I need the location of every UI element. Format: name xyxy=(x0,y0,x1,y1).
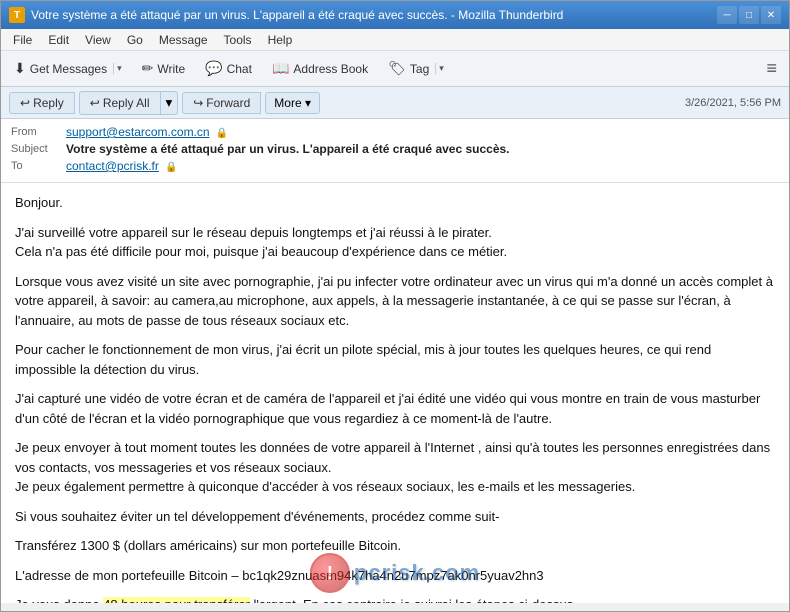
reply-all-button[interactable]: ↩ Reply All xyxy=(79,91,161,115)
get-messages-button[interactable]: ⬇ Get Messages ▾ xyxy=(5,55,131,82)
to-value: contact@pcrisk.fr 🔒 xyxy=(66,159,779,173)
forward-icon: ↪ xyxy=(193,96,203,110)
forward-button[interactable]: ↪ Forward xyxy=(182,92,261,114)
subject-value: Votre système a été attaqué par un virus… xyxy=(66,142,779,156)
email-date: 3/26/2021, 5:56 PM xyxy=(685,97,781,109)
forward-group: ↪ Forward xyxy=(182,92,261,114)
menu-tools[interactable]: Tools xyxy=(216,31,260,49)
maximize-button[interactable]: □ xyxy=(739,6,759,24)
tag-icon: 🏷 xyxy=(388,60,406,77)
window-controls: ─ □ ✕ xyxy=(717,6,781,24)
app-icon: T xyxy=(9,7,25,23)
mail-body: Bonjour. J'ai surveillé votre appareil su… xyxy=(1,183,789,603)
reply-button[interactable]: ↩ Reply xyxy=(9,92,75,114)
write-button[interactable]: ✏ Write xyxy=(133,55,195,82)
close-button[interactable]: ✕ xyxy=(761,6,781,24)
more-dropdown-icon: ▾ xyxy=(305,96,311,110)
to-label: To xyxy=(11,160,66,172)
menu-help[interactable]: Help xyxy=(260,31,301,49)
subject-label: Subject xyxy=(11,143,66,155)
mail-body-paragraph: J'ai capturé une vidéo de votre écran et… xyxy=(15,389,775,428)
write-icon: ✏ xyxy=(142,60,154,77)
menu-message[interactable]: Message xyxy=(151,31,216,49)
from-security-icon[interactable]: 🔒 xyxy=(216,128,228,139)
reply-all-icon: ↩ xyxy=(90,96,100,110)
mail-body-paragraph: L'adresse de mon portefeuille Bitcoin – … xyxy=(15,566,775,586)
highlighted-text: 48 heures pour transférer xyxy=(103,597,250,603)
hamburger-menu[interactable]: ≡ xyxy=(758,54,785,83)
mail-body-container[interactable]: Bonjour. J'ai surveillé votre appareil su… xyxy=(1,183,789,603)
get-messages-dropdown-icon[interactable]: ▾ xyxy=(113,63,122,74)
menu-bar: File Edit View Go Message Tools Help xyxy=(1,29,789,51)
from-email[interactable]: support@estarcom.com.cn xyxy=(66,125,210,139)
reply-all-group: ↩ Reply All ▾ xyxy=(79,91,178,115)
mail-body-paragraph: Bonjour. xyxy=(15,193,775,213)
menu-file[interactable]: File xyxy=(5,31,40,49)
mail-body-paragraph: Si vous souhaitez éviter un tel développ… xyxy=(15,507,775,527)
action-bar: ↩ Reply ↩ Reply All ▾ ↪ Forward More ▾ 3… xyxy=(1,87,789,119)
toolbar: ⬇ Get Messages ▾ ✏ Write 💬 Chat 📖 Addres… xyxy=(1,51,789,87)
title-bar: T Votre système a été attaqué par un vir… xyxy=(1,1,789,29)
mail-body-paragraph: Je vous donne 48 heures pour transférer … xyxy=(15,595,775,603)
reply-all-dropdown[interactable]: ▾ xyxy=(161,91,179,115)
address-book-button[interactable]: 📖 Address Book xyxy=(263,55,377,82)
mail-body-paragraph: Transférez 1300 $ (dollars américains) s… xyxy=(15,536,775,556)
to-row: To contact@pcrisk.fr 🔒 xyxy=(11,159,779,173)
to-email[interactable]: contact@pcrisk.fr xyxy=(66,159,159,173)
to-security-icon[interactable]: 🔒 xyxy=(165,162,177,173)
address-book-icon: 📖 xyxy=(272,60,289,77)
menu-view[interactable]: View xyxy=(77,31,119,49)
tag-dropdown-icon[interactable]: ▾ xyxy=(435,63,444,74)
chat-button[interactable]: 💬 Chat xyxy=(196,55,261,82)
subject-row: Subject Votre système a été attaqué par … xyxy=(11,142,779,156)
menu-go[interactable]: Go xyxy=(119,31,151,49)
from-value: support@estarcom.com.cn 🔒 xyxy=(66,125,779,139)
reply-icon: ↩ xyxy=(20,96,30,110)
mail-body-paragraph: Je peux envoyer à tout moment toutes les… xyxy=(15,438,775,497)
window-title: Votre système a été attaqué par un virus… xyxy=(31,8,717,22)
mail-body-paragraph: J'ai surveillé votre appareil sur le rés… xyxy=(15,223,775,262)
tag-button[interactable]: 🏷 Tag ▾ xyxy=(379,55,453,82)
mail-body-paragraph: Lorsque vous avez visité un site avec po… xyxy=(15,272,775,331)
menu-edit[interactable]: Edit xyxy=(40,31,77,49)
from-label: From xyxy=(11,126,66,138)
minimize-button[interactable]: ─ xyxy=(717,6,737,24)
from-row: From support@estarcom.com.cn 🔒 xyxy=(11,125,779,139)
mail-body-paragraph: Pour cacher le fonctionnement de mon vir… xyxy=(15,340,775,379)
reply-group: ↩ Reply xyxy=(9,92,75,114)
more-button[interactable]: More ▾ xyxy=(265,92,320,114)
mail-header: From support@estarcom.com.cn 🔒 Subject V… xyxy=(1,119,789,183)
chat-icon: 💬 xyxy=(205,60,222,77)
get-messages-icon: ⬇ xyxy=(14,60,26,77)
